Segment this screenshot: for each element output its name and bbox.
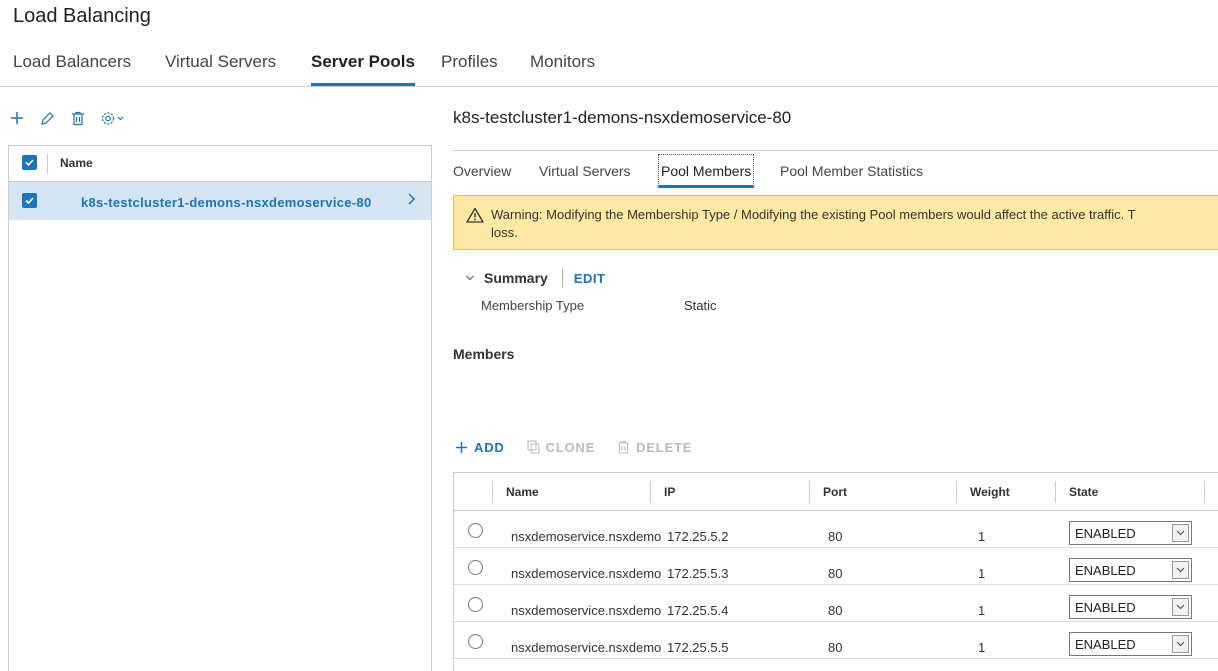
- tab-pool-member-statistics[interactable]: Pool Member Statistics: [780, 163, 923, 179]
- member-name: nsxdemoservice.nsxdemo: [511, 566, 662, 581]
- chevron-down-icon[interactable]: [1172, 524, 1189, 542]
- header-divider: [47, 154, 48, 174]
- member-name: nsxdemoservice.nsxdemo: [511, 640, 662, 655]
- member-name: nsxdemoservice.nsxdemo: [511, 529, 662, 544]
- tab-virtual-servers[interactable]: Virtual Servers: [165, 52, 276, 86]
- member-weight: 1: [978, 566, 986, 581]
- tab-monitors[interactable]: Monitors: [530, 52, 595, 86]
- member-ip: 172.25.5.2: [667, 529, 729, 544]
- pool-list: Name k8s-testcluster1-demons-nsxdemoserv…: [8, 145, 432, 671]
- state-select[interactable]: ENABLED: [1069, 558, 1192, 582]
- column-header-weight[interactable]: Weight: [970, 485, 1010, 499]
- chevron-down-icon[interactable]: [1172, 635, 1189, 653]
- table-row: nsxdemoservice.nsxdemo 172.25.5.2 80 1 E…: [454, 511, 1218, 548]
- tab-pool-members[interactable]: Pool Members: [658, 154, 755, 188]
- member-weight: 1: [978, 640, 986, 655]
- tab-overview[interactable]: Overview: [453, 163, 511, 179]
- membership-type-label: Membership Type: [481, 298, 585, 313]
- member-weight: 1: [978, 529, 986, 544]
- column-header-ip[interactable]: IP: [664, 485, 675, 499]
- table-row: nsxdemoservice.nsxdemo 172.25.5.3 80 1 E…: [454, 548, 1218, 585]
- warning-icon: [466, 207, 484, 228]
- edit-button[interactable]: EDIT: [574, 271, 606, 286]
- state-value: ENABLED: [1075, 600, 1136, 615]
- row-checkbox[interactable]: [22, 193, 37, 208]
- column-header-state[interactable]: State: [1069, 485, 1098, 499]
- tab-detail-virtual-servers[interactable]: Virtual Servers: [539, 163, 631, 179]
- state-value: ENABLED: [1075, 526, 1136, 541]
- column-divider: [1204, 481, 1205, 503]
- row-radio[interactable]: [468, 560, 483, 575]
- column-divider: [492, 481, 493, 503]
- add-icon: [456, 441, 467, 453]
- detail-title: k8s-testcluster1-demons-nsxdemoservice-8…: [453, 108, 792, 127]
- clone-member-label: CLONE: [545, 439, 596, 455]
- column-divider: [1055, 481, 1056, 503]
- pool-name-link[interactable]: k8s-testcluster1-demons-nsxdemoservice-8…: [81, 195, 371, 210]
- column-header-port[interactable]: Port: [823, 485, 847, 499]
- select-all-checkbox[interactable]: [22, 155, 37, 170]
- warning-text: Warning: Modifying the Membership Type /…: [491, 206, 1218, 242]
- clone-icon: [527, 440, 540, 454]
- member-name: nsxdemoservice.nsxdemo: [511, 603, 662, 618]
- detail-tabs: Overview Virtual Servers Pool Members Po…: [453, 150, 1218, 188]
- delete-icon: [618, 440, 630, 454]
- member-port: 80: [828, 603, 843, 618]
- gear-icon[interactable]: [101, 111, 127, 126]
- membership-type-value: Static: [684, 298, 717, 313]
- table-row: nsxdemoservice.nsxdemo 172.25.5.5 80 1 E…: [454, 622, 1218, 659]
- members-title: Members: [453, 346, 515, 362]
- add-member-button[interactable]: ADD: [455, 440, 505, 455]
- member-port: 80: [828, 566, 843, 581]
- row-radio[interactable]: [468, 597, 483, 612]
- chevron-down-icon[interactable]: [1172, 598, 1189, 616]
- column-divider: [650, 481, 651, 503]
- table-row: nsxdemoservice.nsxdemo 172.25.5.4 80 1 E…: [454, 585, 1218, 622]
- list-item[interactable]: k8s-testcluster1-demons-nsxdemoservice-8…: [9, 182, 431, 220]
- clone-member-button[interactable]: CLONE: [527, 440, 596, 455]
- member-ip: 172.25.5.5: [667, 640, 729, 655]
- delete-member-label: DELETE: [636, 439, 693, 455]
- state-value: ENABLED: [1075, 637, 1136, 652]
- summary-title[interactable]: Summary: [484, 270, 548, 286]
- warning-banner: Warning: Modifying the Membership Type /…: [453, 195, 1218, 250]
- members-toolbar: ADD CLONE DELETE: [455, 438, 714, 456]
- list-toolbar: [10, 108, 143, 128]
- member-ip: 172.25.5.4: [667, 603, 729, 618]
- edit-icon[interactable]: [40, 111, 55, 126]
- row-radio[interactable]: [468, 523, 483, 538]
- members-table: Name IP Port Weight State nsxdemoservice…: [453, 472, 1218, 671]
- list-header: Name: [9, 146, 431, 182]
- member-ip: 172.25.5.3: [667, 566, 729, 581]
- chevron-down-icon[interactable]: [465, 269, 475, 287]
- warning-line-1: Warning: Modifying the Membership Type /…: [491, 207, 1136, 222]
- main-tabs: Load Balancers Virtual Servers Server Po…: [0, 52, 1218, 87]
- member-port: 80: [828, 640, 843, 655]
- state-select[interactable]: ENABLED: [1069, 632, 1192, 656]
- chevron-down-icon[interactable]: [1172, 561, 1189, 579]
- column-divider: [956, 481, 957, 503]
- column-header-name[interactable]: Name: [506, 485, 539, 499]
- state-select[interactable]: ENABLED: [1069, 521, 1192, 545]
- name-column-header[interactable]: Name: [60, 156, 93, 170]
- member-weight: 1: [978, 603, 986, 618]
- summary-section: Summary EDIT: [465, 268, 605, 288]
- summary-divider: [561, 269, 563, 287]
- add-member-label: ADD: [474, 439, 505, 455]
- warning-line-2: loss.: [491, 225, 518, 240]
- table-header: Name IP Port Weight State: [454, 473, 1218, 511]
- tab-load-balancers[interactable]: Load Balancers: [13, 52, 131, 86]
- member-port: 80: [828, 529, 843, 544]
- state-value: ENABLED: [1075, 563, 1136, 578]
- page-title: Load Balancing: [13, 5, 151, 27]
- tab-profiles[interactable]: Profiles: [441, 52, 498, 86]
- tab-server-pools[interactable]: Server Pools: [311, 52, 415, 86]
- column-divider: [809, 481, 810, 503]
- chevron-right-icon[interactable]: [407, 191, 417, 212]
- delete-icon[interactable]: [71, 111, 85, 126]
- row-radio[interactable]: [468, 634, 483, 649]
- delete-member-button[interactable]: DELETE: [617, 440, 692, 455]
- state-select[interactable]: ENABLED: [1069, 595, 1192, 619]
- add-icon[interactable]: [10, 111, 24, 125]
